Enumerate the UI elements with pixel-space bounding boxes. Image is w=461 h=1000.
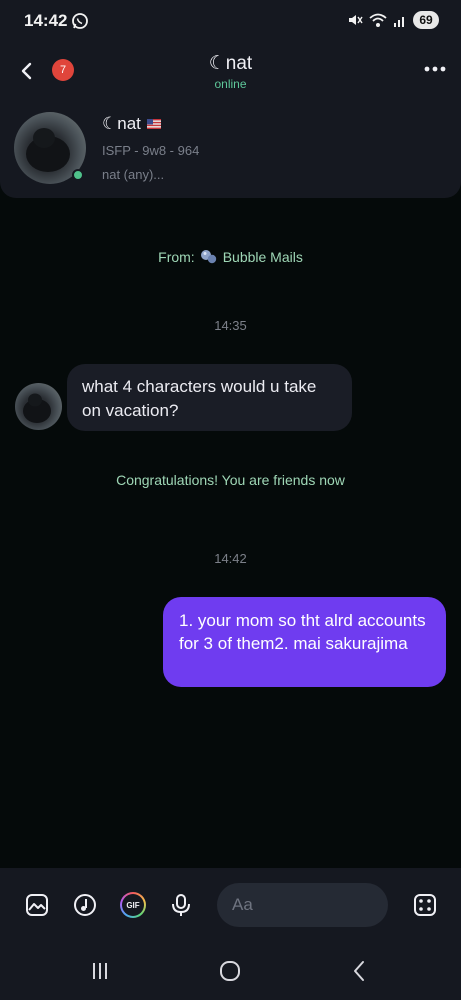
online-indicator (72, 169, 84, 181)
home-icon[interactable] (218, 959, 242, 983)
incoming-message[interactable]: what 4 characters would u take on vacati… (67, 364, 352, 431)
status-bar: 14:42 69 (0, 0, 461, 42)
from-label: From: (158, 249, 195, 265)
outgoing-message[interactable]: 1. your mom so tht alrd accounts for 3 o… (163, 597, 446, 687)
battery-indicator: 69 (413, 11, 439, 29)
system-nav-bar (0, 942, 461, 1000)
timestamp: 14:42 (214, 551, 247, 566)
more-options-icon[interactable] (423, 62, 447, 76)
system-note: Congratulations! You are friends now (116, 472, 345, 488)
signal-icon (394, 17, 404, 27)
wifi-icon (369, 13, 387, 27)
profile-pronouns: nat (any)... (102, 167, 165, 182)
message-composer: GIF (0, 868, 461, 942)
gif-label: GIF (122, 894, 144, 916)
status-time: 14:42 (24, 11, 68, 30)
whatsapp-icon (72, 13, 88, 29)
image-icon[interactable] (24, 892, 50, 918)
mute-icon (349, 15, 363, 25)
sender-avatar[interactable] (15, 383, 62, 430)
from-source[interactable]: Bubble Mails (223, 249, 303, 265)
timestamp: 14:35 (214, 318, 247, 333)
us-flag-icon (146, 119, 161, 129)
dice-icon[interactable] (412, 892, 438, 918)
music-icon[interactable] (72, 892, 98, 918)
status-icons: 69 (347, 11, 439, 29)
system-back-icon[interactable] (348, 959, 372, 983)
gif-button[interactable]: GIF (120, 892, 146, 918)
recent-apps-icon[interactable] (88, 959, 112, 983)
profile-info: ISFP - 9w8 - 964 (102, 143, 200, 158)
chat-header: 7 ☾nat online ☾nat ISFP - 9w8 - 964 nat … (0, 42, 461, 198)
microphone-icon[interactable] (168, 892, 194, 918)
from-line: From: Bubble Mails (0, 249, 461, 265)
profile-name: ☾nat (102, 114, 161, 134)
bubble-mails-icon (200, 250, 216, 264)
online-status: online (214, 77, 247, 91)
message-input[interactable] (217, 883, 388, 927)
profile-name-text: ☾nat (102, 114, 141, 133)
chat-title[interactable]: ☾nat (0, 52, 461, 75)
